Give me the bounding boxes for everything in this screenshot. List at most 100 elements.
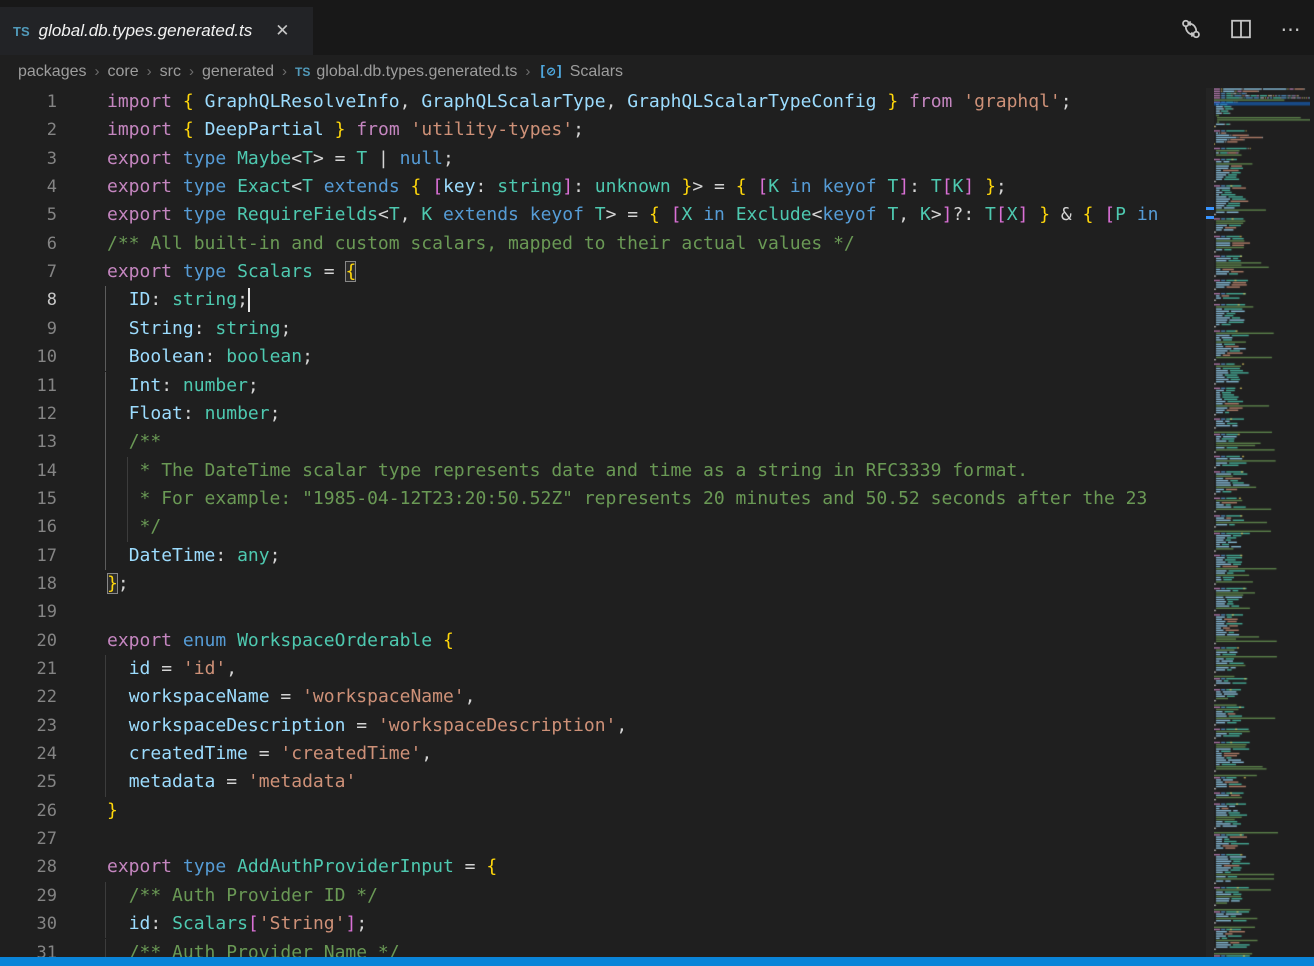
code-line[interactable]: 21 id = 'id', [0,655,1206,683]
code-line[interactable]: 17 DateTime: any; [0,542,1206,570]
code-line[interactable]: 8 ID: string; [0,286,1206,314]
indent-guide [105,286,106,314]
split-editor-icon[interactable] [1228,16,1254,42]
code-text: Boolean: boolean; [107,343,313,371]
line-number[interactable]: 20 [0,627,57,655]
code-line[interactable]: 4 export type Exact<T extends { [key: str… [0,173,1206,201]
code-line[interactable]: 22 workspaceName = 'workspaceName', [0,683,1206,711]
line-number[interactable]: 10 [0,343,57,371]
code-text: export type Exact<T extends { [key: stri… [107,173,1007,201]
code-line[interactable]: 25 metadata = 'metadata' [0,768,1206,796]
more-actions-icon[interactable]: ⋯ [1278,16,1304,42]
code-line[interactable]: 18}; [0,570,1206,598]
line-number[interactable]: 28 [0,853,57,881]
code-text: id: Scalars['String']; [107,910,367,938]
code-line[interactable]: 1import { GraphQLResolveInfo, GraphQLSca… [0,88,1206,116]
breadcrumb-item-src[interactable]: src [160,63,181,81]
code-line[interactable]: 10 Boolean: boolean; [0,343,1206,371]
line-number[interactable]: 11 [0,372,57,400]
line-number[interactable]: 1 [0,88,57,116]
code-text: /** Auth Provider ID */ [107,882,378,910]
line-number[interactable]: 21 [0,655,57,683]
tab-bar: TS global.db.types.generated.ts ✕ ⋯ [0,0,1314,55]
line-number[interactable]: 12 [0,400,57,428]
code-line[interactable]: 14 * The DateTime scalar type represents… [0,457,1206,485]
line-number[interactable]: 13 [0,428,57,456]
indent-guide [105,400,106,428]
code-line[interactable]: 2import { DeepPartial } from 'utility-ty… [0,116,1206,144]
line-number[interactable]: 22 [0,683,57,711]
line-number[interactable]: 9 [0,315,57,343]
code-text: export type RequireFields<T, K extends k… [107,201,1159,229]
code-line[interactable]: 20export enum WorkspaceOrderable { [0,627,1206,655]
line-number[interactable]: 19 [0,598,57,626]
code-editor[interactable]: 1import { GraphQLResolveInfo, GraphQLSca… [0,88,1206,958]
code-text: /** [107,428,161,456]
code-line[interactable]: 27 [0,825,1206,853]
indent-guide [105,428,106,456]
tab-title: global.db.types.generated.ts [39,21,253,41]
code-line[interactable]: 26} [0,797,1206,825]
indent-guide [105,910,106,938]
line-number[interactable]: 5 [0,201,57,229]
code-line[interactable]: 23 workspaceDescription = 'workspaceDesc… [0,712,1206,740]
ts-file-icon: TS [295,65,310,79]
line-number[interactable]: 31 [0,939,57,959]
line-number[interactable]: 25 [0,768,57,796]
code-line[interactable]: 31 /** Auth Provider Name */ [0,939,1206,959]
close-tab-icon[interactable]: ✕ [271,19,293,43]
ruler-decoration [1206,207,1214,210]
code-line[interactable]: 3export type Maybe<T> = T | null; [0,145,1206,173]
minimap[interactable] [1214,88,1310,957]
breadcrumb-item-global-db-types-generated-ts[interactable]: TSglobal.db.types.generated.ts [295,63,517,81]
tab-global-db-types[interactable]: TS global.db.types.generated.ts ✕ [0,7,313,55]
breadcrumb-item-generated[interactable]: generated [202,63,274,81]
line-number[interactable]: 6 [0,230,57,258]
code-line[interactable]: 28export type AddAuthProviderInput = { [0,853,1206,881]
code-line[interactable]: 9 String: string; [0,315,1206,343]
line-number[interactable]: 7 [0,258,57,286]
line-number[interactable]: 15 [0,485,57,513]
code-line[interactable]: 29 /** Auth Provider ID */ [0,882,1206,910]
code-line[interactable]: 6/** All built-in and custom scalars, ma… [0,230,1206,258]
line-number[interactable]: 24 [0,740,57,768]
line-number[interactable]: 17 [0,542,57,570]
breadcrumb-item-core[interactable]: core [108,63,139,81]
breadcrumb-separator: › [525,63,530,80]
code-line[interactable]: 19 [0,598,1206,626]
line-number[interactable]: 26 [0,797,57,825]
indent-guide [105,457,106,485]
code-line[interactable]: 24 createdTime = 'createdTime', [0,740,1206,768]
indent-guide [105,542,106,570]
line-number[interactable]: 18 [0,570,57,598]
code-line[interactable]: 13 /** [0,428,1206,456]
line-number[interactable]: 27 [0,825,57,853]
breadcrumb-separator: › [282,63,287,80]
line-number[interactable]: 8 [0,286,57,314]
line-number[interactable]: 29 [0,882,57,910]
line-number[interactable]: 23 [0,712,57,740]
code-line[interactable]: 11 Int: number; [0,372,1206,400]
indent-guide [105,655,106,683]
code-line[interactable]: 5 export type RequireFields<T, K extends … [0,201,1206,229]
code-line[interactable]: 7export type Scalars = { [0,258,1206,286]
line-number[interactable]: 30 [0,910,57,938]
editor-actions: ⋯ [1178,16,1304,42]
open-changes-icon[interactable] [1178,16,1204,42]
line-number[interactable]: 14 [0,457,57,485]
code-text: String: string; [107,315,291,343]
code-line[interactable]: 15 * For example: "1985-04-12T23:20:50.5… [0,485,1206,513]
code-line[interactable]: 30 id: Scalars['String']; [0,910,1206,938]
code-text: createdTime = 'createdTime', [107,740,432,768]
breadcrumb-item-packages[interactable]: packages [18,63,87,81]
symbol-type-icon: [⊘] [538,64,563,80]
line-number[interactable]: 2 [0,116,57,144]
breadcrumb-item-scalars[interactable]: [⊘]Scalars [538,63,623,81]
code-line[interactable]: 16 */ [0,513,1206,541]
line-number[interactable]: 3 [0,145,57,173]
line-number[interactable]: 4 [0,173,57,201]
code-line[interactable]: 12 Float: number; [0,400,1206,428]
code-text: }; [107,570,129,598]
line-number[interactable]: 16 [0,513,57,541]
overview-ruler[interactable] [1206,88,1214,957]
